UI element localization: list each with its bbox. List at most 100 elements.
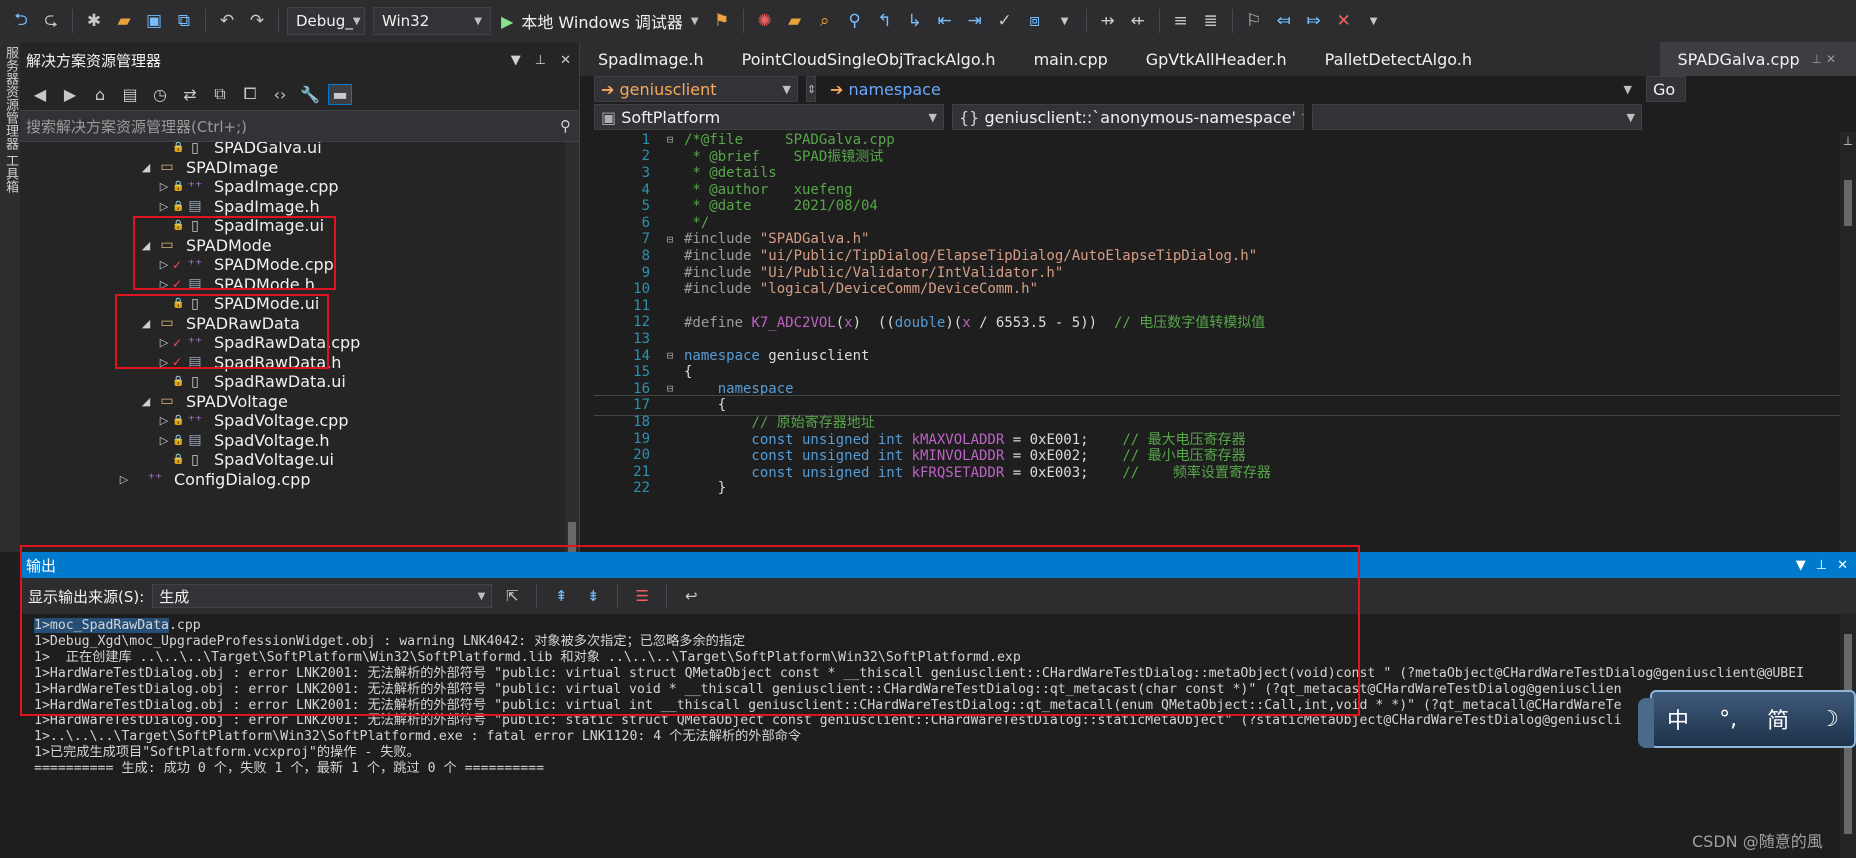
back-icon[interactable]: ⮌ xyxy=(8,8,34,34)
ime-toolbar[interactable]: 中 °, 简 ☽ xyxy=(1638,690,1856,748)
scope-stepper[interactable]: ⇕ xyxy=(806,76,816,102)
ime-moon-icon[interactable]: ☽ xyxy=(1819,707,1839,732)
forward-icon[interactable]: ▶ xyxy=(58,85,82,104)
expand-arrow-icon[interactable]: ▷ xyxy=(156,180,172,193)
properties-icon[interactable]: 🔧 xyxy=(298,85,322,104)
comment-icon[interactable]: ≡ xyxy=(1168,8,1194,34)
find-in-files-icon[interactable]: ⌕ xyxy=(812,8,838,34)
fold-toggle-icon[interactable]: ⊟ xyxy=(656,233,684,246)
editor-tab[interactable]: main.cpp xyxy=(1016,42,1128,76)
member-dropdown[interactable]: {} geniusclient::`anonymous-namespace' ▼ xyxy=(952,104,1304,130)
collapse-all-icon[interactable]: ⧉ xyxy=(208,84,232,104)
project-value: SoftPlatform xyxy=(621,107,721,127)
back-icon[interactable]: ◀ xyxy=(28,85,52,104)
chevron-down-icon[interactable]: ▼ xyxy=(1361,8,1387,34)
split-icon[interactable]: ⊥ xyxy=(1840,134,1856,148)
project-dropdown[interactable]: ▣ SoftPlatform ▼ xyxy=(594,104,944,130)
scope-dropdown[interactable]: ➔ namespace ▼ xyxy=(824,76,1638,102)
window-position-icon[interactable]: ▼ xyxy=(1796,558,1806,573)
ime-mode-chinese[interactable]: 中 xyxy=(1667,703,1689,735)
uncomment-icon[interactable]: ≣ xyxy=(1198,8,1224,34)
expand-arrow-icon[interactable]: ▷ xyxy=(156,200,172,213)
editor-tab-label: main.cpp xyxy=(1033,49,1108,69)
indent-icon[interactable]: ⇸ xyxy=(1095,8,1121,34)
fold-toggle-icon[interactable]: ⊟ xyxy=(656,349,684,362)
start-debugging-button[interactable]: ▶ 本地 Windows 调试器 ▼ xyxy=(495,9,705,33)
editor-tab[interactable]: PalletDetectAlgo.h xyxy=(1307,42,1492,76)
chevron-down-icon[interactable]: ▼ xyxy=(1052,8,1078,34)
open-folder-icon[interactable]: ▰ xyxy=(111,8,137,34)
project-scope-dropdown[interactable]: ➔ geniusclient ▼ xyxy=(594,76,798,102)
ime-handle[interactable] xyxy=(1638,698,1654,748)
next-bookmark-icon[interactable]: ⤇ xyxy=(1301,8,1327,34)
window-position-icon[interactable]: ▼ xyxy=(511,53,521,68)
find-icon[interactable]: ⚲ xyxy=(842,8,868,34)
watermark: CSDN @随意的風 xyxy=(1692,832,1823,851)
switch-views-icon[interactable]: ▤ xyxy=(118,85,142,104)
configuration-dropdown[interactable]: Debug_ ▼ xyxy=(287,7,365,35)
attach-icon[interactable]: ⧈ xyxy=(1022,8,1048,34)
expand-arrow-icon[interactable]: ▷ xyxy=(156,414,172,427)
browse-icon[interactable]: ⚑ xyxy=(709,8,735,34)
home-icon[interactable]: ⌂ xyxy=(88,85,112,104)
editor-tab[interactable]: SpadImage.h xyxy=(580,42,724,76)
editor-tab[interactable]: SPADGalva.cpp ⊥ ✕ xyxy=(1659,42,1856,76)
pin-icon[interactable]: ⊥ ✕ xyxy=(1812,52,1836,66)
bookmark-prev-icon[interactable]: ⇤ xyxy=(932,8,958,34)
editor-tab[interactable]: GpVtkAllHeader.h xyxy=(1128,42,1307,76)
pin-icon[interactable]: ⊥ xyxy=(1816,558,1827,573)
clear-bookmarks-icon[interactable]: ✕ xyxy=(1331,8,1357,34)
code-editor[interactable]: 1 ⊟/*@file SPADGalva.cpp 2 * @brief SPAD振镜… xyxy=(594,132,1840,552)
editor-tab[interactable]: PointCloudSingleObjTrackAlgo.h xyxy=(724,42,1016,76)
fold-toggle-icon[interactable]: ⊟ xyxy=(656,133,684,146)
tree-item[interactable]: ▷ ⁺⁺ ConfigDialog.cpp xyxy=(116,468,311,491)
function-dropdown[interactable]: ▼ xyxy=(1312,104,1642,130)
redo-icon[interactable]: ↷ xyxy=(244,8,270,34)
collapse-arrow-icon[interactable]: ◢ xyxy=(138,161,154,174)
save-icon[interactable]: ▣ xyxy=(141,8,167,34)
spell-check-icon[interactable]: ✓ xyxy=(992,8,1018,34)
pin-icon[interactable]: ⊥ xyxy=(535,53,546,68)
solution-search[interactable]: 搜索解决方案资源管理器(Ctrl+;) ⚲ xyxy=(20,110,579,142)
new-project-icon[interactable]: ✱ xyxy=(81,8,107,34)
show-all-files-icon[interactable]: ⧠ xyxy=(238,84,262,104)
preview-icon[interactable]: ▬ xyxy=(328,83,352,105)
project-icon: ▣ xyxy=(601,107,622,127)
lock-icon: 🔒 xyxy=(172,181,185,192)
bookmark-icon[interactable]: ⚐ xyxy=(1241,8,1267,34)
forward-icon[interactable]: ⮎ xyxy=(38,8,64,34)
ime-simplified[interactable]: 简 xyxy=(1767,703,1789,735)
folder-icon[interactable]: ▰ xyxy=(782,8,808,34)
outdent-icon[interactable]: ⇷ xyxy=(1125,8,1151,34)
platform-dropdown[interactable]: Win32 ▼ xyxy=(373,7,491,35)
go-dropdown[interactable]: Go xyxy=(1646,76,1686,102)
fold-toggle-icon[interactable]: ⊟ xyxy=(656,382,684,395)
solution-search-input[interactable]: 搜索解决方案资源管理器(Ctrl+;) xyxy=(26,116,247,137)
navigate-forward-icon[interactable]: ↳ xyxy=(902,8,928,34)
ime-punctuation[interactable]: °, xyxy=(1719,707,1737,732)
solution-scrollbar[interactable] xyxy=(565,142,579,552)
code-token: "Ui/Public/Validator/IntValidator.h" xyxy=(759,264,1064,281)
scrollbar-thumb[interactable] xyxy=(1844,180,1852,226)
bookmark-next-icon[interactable]: ⇥ xyxy=(962,8,988,34)
close-icon[interactable]: ✕ xyxy=(560,53,571,68)
navigate-back-icon[interactable]: ↰ xyxy=(872,8,898,34)
code-scrollbar[interactable]: ⊥ xyxy=(1840,132,1856,552)
cpp-file-icon: ⁺⁺ xyxy=(187,178,203,195)
code-line[interactable]: 22 } xyxy=(594,479,1840,499)
sync-icon[interactable]: ⇄ xyxy=(178,85,202,104)
code-view-icon[interactable]: ‹› xyxy=(268,85,292,104)
undo-icon[interactable]: ↶ xyxy=(214,8,240,34)
line-number: 15 xyxy=(633,364,650,381)
code-text: } xyxy=(684,480,726,496)
expand-arrow-icon[interactable]: ▷ xyxy=(116,473,132,486)
pending-changes-icon[interactable]: ◷ xyxy=(148,85,172,104)
search-icon[interactable]: ⚲ xyxy=(560,117,571,135)
prev-bookmark-icon[interactable]: ⤆ xyxy=(1271,8,1297,34)
collapse-arrow-icon[interactable]: ◢ xyxy=(138,395,154,408)
close-icon[interactable]: ✕ xyxy=(1837,558,1848,573)
side-tool-strip[interactable]: 服务器资源管理器 工具箱 xyxy=(0,42,20,552)
save-all-icon[interactable]: ⧉ xyxy=(171,8,197,34)
expand-arrow-icon[interactable]: ▷ xyxy=(156,434,172,447)
performance-icon[interactable]: ✺ xyxy=(752,8,778,34)
